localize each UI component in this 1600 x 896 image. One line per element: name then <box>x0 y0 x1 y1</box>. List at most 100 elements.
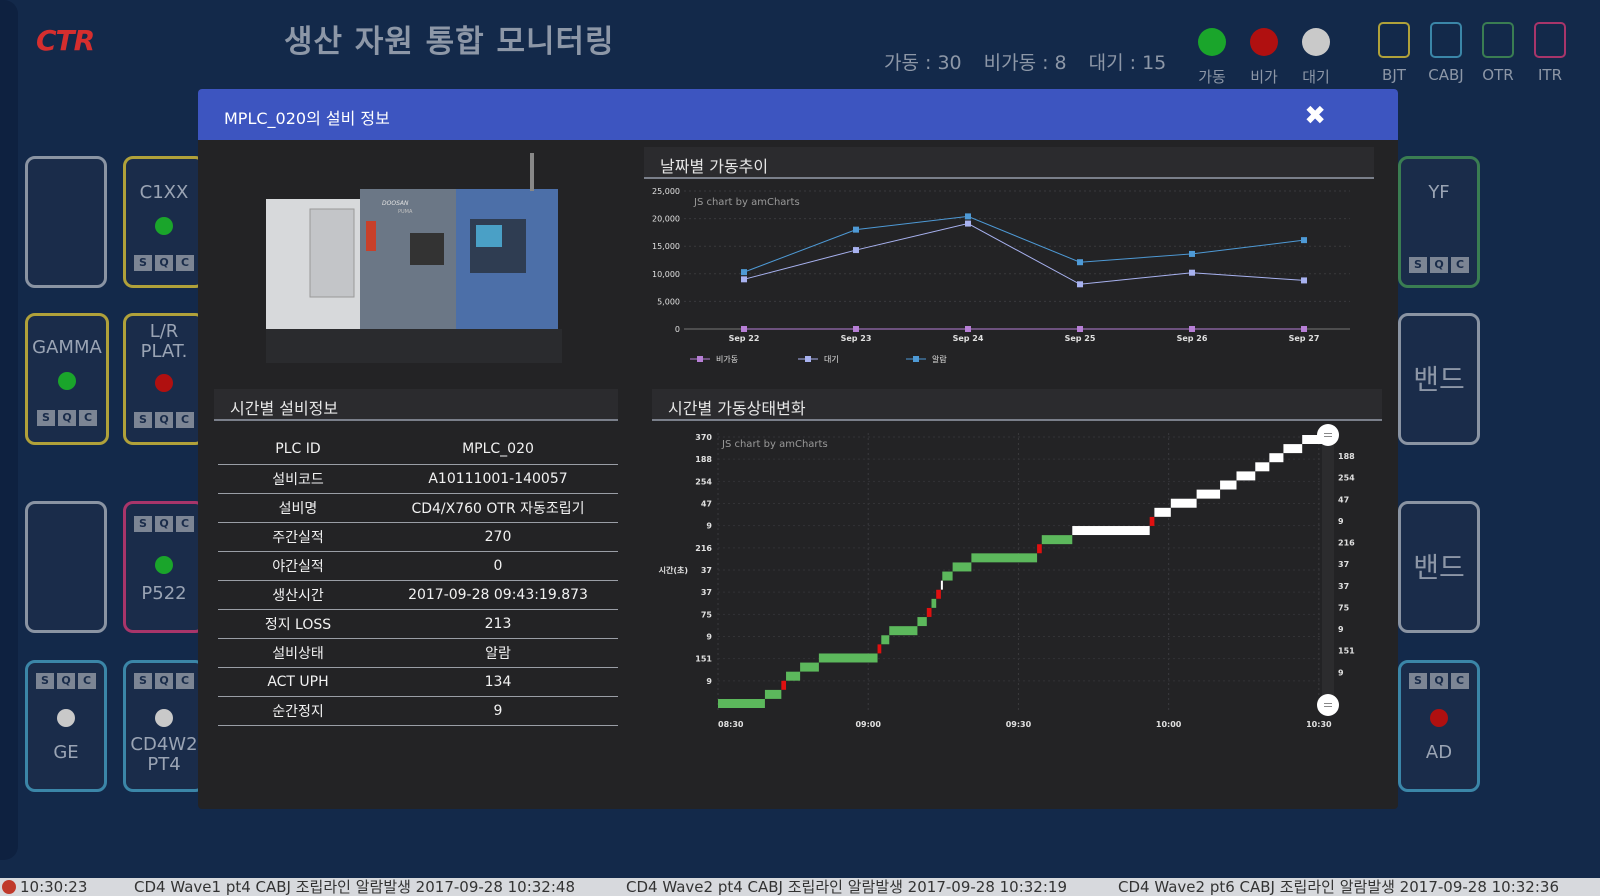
q-button[interactable]: Q <box>58 410 76 426</box>
category-box[interactable] <box>1378 22 1410 58</box>
status-segment[interactable] <box>936 589 941 599</box>
data-point[interactable] <box>1189 326 1195 332</box>
tile-c1xx[interactable]: C1XX SQC <box>123 156 205 288</box>
status-segment[interactable] <box>971 553 1038 563</box>
ticker-message[interactable]: CD4 Wave2 pt6 CABJ 조립라인 알람발생 2017-09-28 … <box>1118 878 1559 896</box>
data-point[interactable] <box>965 326 971 332</box>
status-segment[interactable] <box>1154 507 1171 517</box>
close-icon[interactable]: ✖ <box>1304 101 1326 131</box>
c-button[interactable]: C <box>1451 673 1469 689</box>
y-tick-label: 20,000 <box>652 215 680 224</box>
q-button[interactable]: Q <box>155 516 173 532</box>
s-button[interactable]: S <box>134 412 152 428</box>
status-segment[interactable] <box>917 617 927 627</box>
scrollbar-track[interactable] <box>1322 433 1334 711</box>
data-point[interactable] <box>1189 250 1195 257</box>
category-filter-otr[interactable]: OTR <box>1480 22 1516 84</box>
status-segment[interactable] <box>877 644 882 654</box>
status-segment[interactable] <box>881 635 890 645</box>
data-point[interactable] <box>1301 277 1307 284</box>
data-point[interactable] <box>1077 326 1083 332</box>
tile-blank-1[interactable] <box>25 156 107 288</box>
data-point[interactable] <box>853 326 859 332</box>
data-point[interactable] <box>965 220 971 227</box>
status-segment[interactable] <box>718 699 765 708</box>
data-point[interactable] <box>741 326 747 332</box>
status-segment[interactable] <box>940 580 943 590</box>
status-segment[interactable] <box>1196 489 1221 499</box>
status-segment[interactable] <box>1255 462 1270 472</box>
c-button[interactable]: C <box>176 516 194 532</box>
q-button[interactable]: Q <box>1430 257 1448 273</box>
status-segment[interactable] <box>1170 498 1197 508</box>
ticker-message[interactable]: CD4 Wave1 pt4 CABJ 조립라인 알람발생 2017-09-28 … <box>134 878 575 896</box>
status-segment[interactable] <box>931 598 937 608</box>
status-segment[interactable] <box>942 571 953 581</box>
category-filter-bjt[interactable]: BJT <box>1376 22 1412 84</box>
data-point[interactable] <box>741 269 747 276</box>
data-point[interactable] <box>741 276 747 283</box>
s-button[interactable]: S <box>37 410 55 426</box>
tile-ge[interactable]: SQC GE <box>25 660 107 792</box>
c-button[interactable]: C <box>176 255 194 271</box>
category-box[interactable] <box>1482 22 1514 58</box>
tile-band-2[interactable]: 밴드 <box>1398 501 1480 633</box>
c-button[interactable]: C <box>176 673 194 689</box>
status-segment[interactable] <box>1149 516 1155 526</box>
status-segment[interactable] <box>1236 471 1256 481</box>
s-button[interactable]: S <box>36 673 54 689</box>
status-segment[interactable] <box>1220 480 1237 490</box>
scrollbar-handle[interactable] <box>1317 694 1339 716</box>
data-point[interactable] <box>1077 281 1083 288</box>
status-segment[interactable] <box>786 671 801 681</box>
tile-yf[interactable]: YF SQC <box>1398 156 1480 288</box>
status-segment[interactable] <box>952 562 972 572</box>
tile-gamma[interactable]: GAMMA SQC <box>25 313 109 445</box>
data-point[interactable] <box>1301 326 1307 332</box>
q-button[interactable]: Q <box>155 412 173 428</box>
category-filter-itr[interactable]: ITR <box>1532 22 1568 84</box>
status-segment[interactable] <box>800 662 819 672</box>
s-button[interactable]: S <box>1409 673 1427 689</box>
category-box[interactable] <box>1430 22 1462 58</box>
data-point[interactable] <box>1189 269 1195 276</box>
data-point[interactable] <box>853 247 859 254</box>
tile-ad[interactable]: SQC AD <box>1398 660 1480 792</box>
s-button[interactable]: S <box>1409 257 1427 273</box>
s-button[interactable]: S <box>134 516 152 532</box>
status-segment[interactable] <box>1037 544 1042 554</box>
status-segment[interactable] <box>1269 453 1284 463</box>
s-button[interactable]: S <box>134 673 152 689</box>
status-segment[interactable] <box>818 653 878 663</box>
q-button[interactable]: Q <box>155 255 173 271</box>
tile-blank-2[interactable] <box>25 501 107 633</box>
status-segment[interactable] <box>1041 535 1073 545</box>
data-point[interactable] <box>853 226 859 233</box>
status-segment[interactable] <box>764 689 782 699</box>
q-button[interactable]: Q <box>1430 673 1448 689</box>
status-segment[interactable] <box>781 680 787 690</box>
status-segment[interactable] <box>889 626 918 636</box>
category-box[interactable] <box>1534 22 1566 58</box>
c-button[interactable]: C <box>1451 257 1469 273</box>
status-segment[interactable] <box>1283 444 1303 454</box>
info-value: MPLC_020 <box>378 435 618 465</box>
scrollbar-handle[interactable] <box>1317 424 1339 446</box>
q-button[interactable]: Q <box>57 673 75 689</box>
c-button[interactable]: C <box>78 673 96 689</box>
c-button[interactable]: C <box>176 412 194 428</box>
category-filter-cabj[interactable]: CABJ <box>1428 22 1464 84</box>
s-button[interactable]: S <box>134 255 152 271</box>
tile-p522[interactable]: SQC P522 <box>123 501 205 633</box>
data-point[interactable] <box>965 213 971 220</box>
tile-cd4w2-pt4[interactable]: SQC CD4W2 PT4 <box>123 660 205 792</box>
status-segment[interactable] <box>1072 526 1150 536</box>
ticker-message[interactable]: CD4 Wave2 pt4 CABJ 조립라인 알람발생 2017-09-28 … <box>626 878 1067 896</box>
data-point[interactable] <box>1077 259 1083 266</box>
c-button[interactable]: C <box>79 410 97 426</box>
tile-band-1[interactable]: 밴드 <box>1398 313 1480 445</box>
status-segment[interactable] <box>926 607 932 617</box>
q-button[interactable]: Q <box>155 673 173 689</box>
data-point[interactable] <box>1301 237 1307 244</box>
tile-lr-plat[interactable]: L/R PLAT. SQC <box>123 313 205 445</box>
